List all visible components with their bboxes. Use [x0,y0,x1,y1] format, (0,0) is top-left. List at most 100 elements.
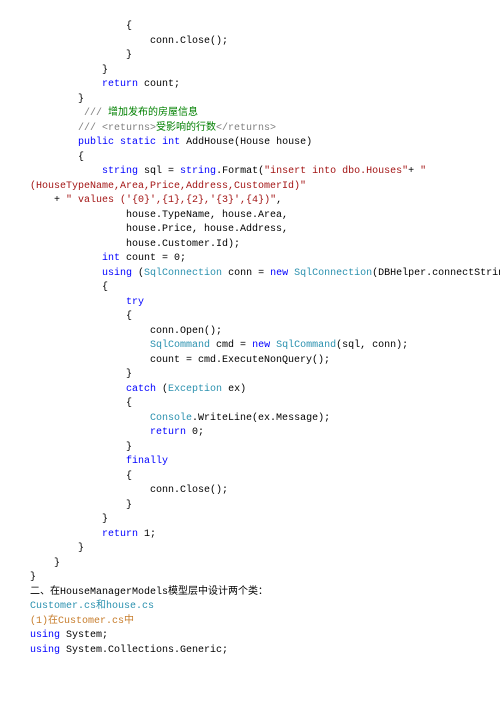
code-token: new [270,268,288,279]
code-token: return [102,529,138,540]
code-line: count = cmd.ExecuteNonQuery(); [30,354,470,369]
code-line: } [30,93,470,108]
code-line: } [30,513,470,528]
code-token: { [102,282,108,293]
code-token: /// [78,123,102,134]
code-token: conn.Close(); [150,36,228,47]
code-line: catch (Exception ex) [30,383,470,398]
code-token: Customer.cs和house.cs [30,601,154,612]
code-line: Customer.cs和house.cs [30,600,470,615]
code-line: public static int AddHouse(House house) [30,136,470,151]
code-token: (1)在Customer.cs中 [30,616,134,627]
code-token: { [126,311,132,322]
code-line: string sql = string.Format("insert into … [30,165,470,180]
code-token: + [408,166,420,177]
code-line: conn.Close(); [30,484,470,499]
code-token: count = cmd.ExecuteNonQuery(); [150,355,330,366]
code-token: int [162,137,180,148]
code-line: } [30,542,470,557]
code-document: { conn.Close(); } } return count; } /// … [30,20,470,658]
code-token: /// [78,108,108,119]
code-token: sql = [138,166,180,177]
code-line: { [30,281,470,296]
code-token: 二、在HouseManagerModels模型层中设计两个类： [30,587,268,598]
code-token: System.Collections.Generic; [60,645,228,656]
code-token: SqlConnection [144,268,222,279]
code-token: count = 0; [120,253,186,264]
code-token: string [180,166,216,177]
code-token: System; [60,630,108,641]
code-line: using (SqlConnection conn = new SqlConne… [30,267,470,282]
code-line: using System; [30,629,470,644]
code-line: conn.Close(); [30,35,470,50]
code-token: conn = [222,268,270,279]
code-line: conn.Open(); [30,325,470,340]
code-line: } [30,64,470,79]
code-line: house.Customer.Id); [30,238,470,253]
code-token: finally [126,456,168,467]
code-token: { [78,152,84,163]
code-line: { [30,151,470,166]
code-token: SqlCommand [150,340,210,351]
code-line: using System.Collections.Generic; [30,644,470,659]
code-token: { [126,21,132,32]
code-line: Console.WriteLine(ex.Message); [30,412,470,427]
code-token: using [102,268,132,279]
code-token: string [102,166,138,177]
code-token: ( [132,268,144,279]
code-token: (DBHelper.connectString)) [372,268,500,279]
code-line: } [30,49,470,64]
code-token: public [78,137,114,148]
code-token: </returns> [216,123,276,134]
code-line: /// <returns>受影响的行数</returns> [30,122,470,137]
code-token: return [150,427,186,438]
code-line: (1)在Customer.cs中 [30,615,470,630]
code-token: Console [150,413,192,424]
code-token: (HouseTypeName,Area,Price,Address,Custom… [30,181,306,192]
code-token: } [54,558,60,569]
code-token: } [126,50,132,61]
code-line: } [30,557,470,572]
code-line: return 1; [30,528,470,543]
code-token: count; [138,79,180,90]
code-token: , [276,195,282,206]
code-token: ex) [222,384,246,395]
code-token: } [102,65,108,76]
code-token: cmd = [210,340,252,351]
code-token: catch [126,384,156,395]
code-token: 1; [138,529,156,540]
code-token: using [30,630,60,641]
code-line: } [30,441,470,456]
code-token: .WriteLine(ex.Message); [192,413,330,424]
code-line: { [30,20,470,35]
code-token: conn.Open(); [150,326,222,337]
code-token: house.TypeName, house.Area, [126,210,288,221]
code-token: } [78,543,84,554]
code-token: 增加发布的房屋信息 [108,108,198,119]
code-token: } [102,514,108,525]
code-line: + " values ('{0}',{1},{2},'{3}',{4})", [30,194,470,209]
code-token: new [252,340,270,351]
code-line: SqlCommand cmd = new SqlCommand(sql, con… [30,339,470,354]
code-token: .Format( [216,166,264,177]
code-line: house.Price, house.Address, [30,223,470,238]
code-token: { [126,471,132,482]
code-token: int [102,253,120,264]
code-token: Exception [168,384,222,395]
code-line: return 0; [30,426,470,441]
code-line: int count = 0; [30,252,470,267]
code-token: { [126,398,132,409]
code-token: conn.Close(); [150,485,228,496]
code-token: try [126,297,144,308]
code-line: } [30,571,470,586]
code-line: /// 增加发布的房屋信息 [30,107,470,122]
code-line: try [30,296,470,311]
code-token: AddHouse(House house) [180,137,312,148]
code-line: (HouseTypeName,Area,Price,Address,Custom… [30,180,470,195]
code-token: " values ('{0}',{1},{2},'{3}',{4})" [66,195,276,206]
code-line: } [30,499,470,514]
code-line: house.TypeName, house.Area, [30,209,470,224]
code-token: 0; [186,427,204,438]
code-token: static [120,137,156,148]
code-line: } [30,368,470,383]
